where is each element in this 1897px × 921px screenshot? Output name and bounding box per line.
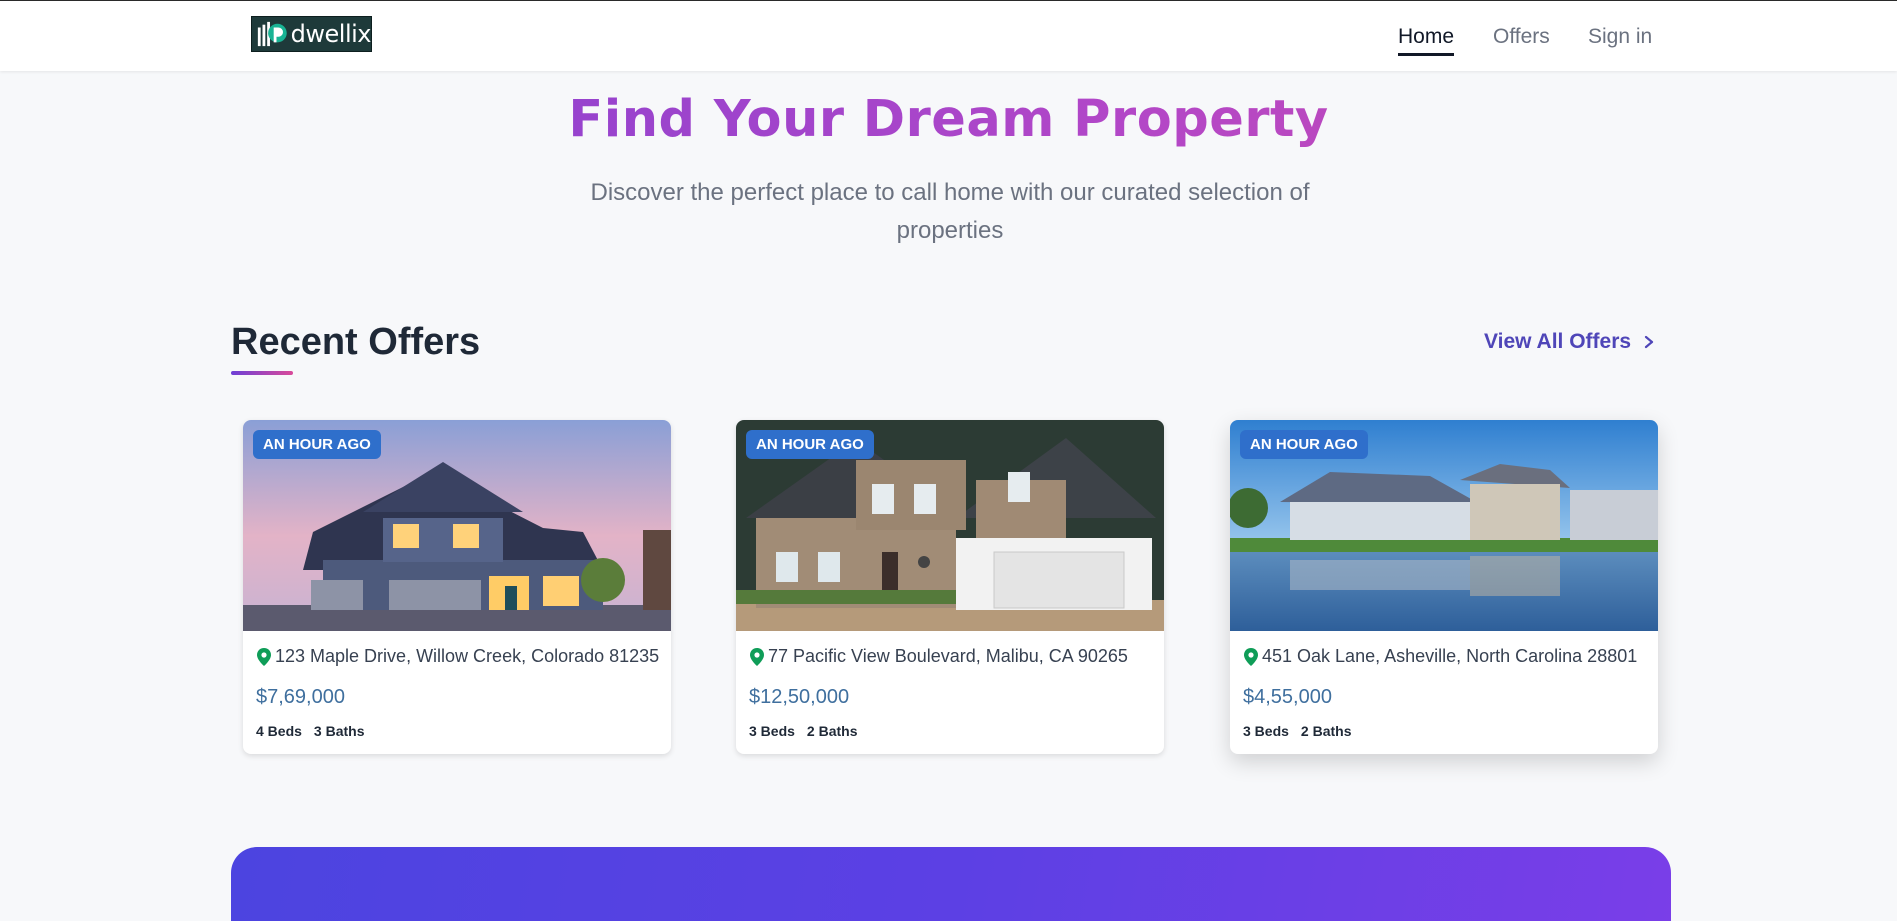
property-price: $12,50,000 — [749, 686, 850, 708]
nav-offers-link[interactable]: Offers — [1493, 25, 1550, 49]
baths-count: 2 Baths — [806, 723, 858, 739]
time-badge: AN HOUR AGO — [253, 430, 381, 459]
map-pin-icon — [257, 647, 271, 666]
property-card[interactable]: AN HOUR AGO 451 Oak Lane, Asheville, Nor… — [1230, 420, 1658, 754]
address-text: 451 Oak Lane, Asheville, North Carolina … — [1262, 646, 1638, 666]
time-badge: AN HOUR AGO — [746, 430, 874, 459]
hero-title: Find Your Dream Property — [0, 90, 1897, 149]
brand-name: dwellix — [290, 20, 372, 48]
address-text: 77 Pacific View Boulevard, Malibu, CA 90… — [768, 646, 1128, 666]
property-card[interactable]: AN HOUR AGO 77 Pacific View Boulevard, M… — [736, 420, 1164, 754]
view-all-offers-link[interactable]: View All Offers — [1484, 330, 1655, 354]
time-badge: AN HOUR AGO — [1240, 430, 1368, 459]
nav-signin-link[interactable]: Sign in — [1588, 25, 1652, 49]
property-price: $7,69,000 — [256, 686, 345, 708]
dwellix-logo-icon — [257, 21, 287, 47]
property-address: 77 Pacific View Boulevard, Malibu, CA 90… — [750, 646, 1128, 667]
baths-count: 2 Baths — [1300, 723, 1352, 739]
dwellix-logo[interactable]: dwellix — [251, 16, 372, 52]
property-price: $4,55,000 — [1243, 686, 1332, 708]
property-specs: 3 Beds 2 Baths — [749, 723, 858, 739]
map-pin-icon — [1244, 647, 1258, 666]
beds-count: 3 Beds — [1243, 723, 1289, 739]
property-specs: 3 Beds 2 Baths — [1243, 723, 1352, 739]
hero-subtitle: Discover the perfect place to call home … — [590, 179, 1310, 244]
nav-home-link[interactable]: Home — [1398, 25, 1455, 56]
property-card[interactable]: AN HOUR AGO 123 Maple Drive, Willow Cree… — [243, 420, 671, 754]
beds-count: 3 Beds — [749, 723, 795, 739]
beds-count: 4 Beds — [256, 723, 302, 739]
navbar: dwellix Home Offers Sign in — [0, 1, 1897, 71]
address-text: 123 Maple Drive, Willow Creek, Colorado … — [275, 646, 660, 666]
property-specs: 4 Beds 3 Baths — [256, 723, 365, 739]
section-underline — [231, 371, 293, 375]
view-all-offers-label: View All Offers — [1484, 330, 1632, 353]
chevron-right-icon — [1644, 335, 1654, 349]
map-pin-icon — [750, 647, 764, 666]
cta-banner — [231, 847, 1671, 921]
property-address: 451 Oak Lane, Asheville, North Carolina … — [1244, 646, 1637, 667]
property-address: 123 Maple Drive, Willow Creek, Colorado … — [257, 646, 659, 667]
baths-count: 3 Baths — [313, 723, 365, 739]
recent-offers-title: Recent Offers — [231, 321, 481, 363]
